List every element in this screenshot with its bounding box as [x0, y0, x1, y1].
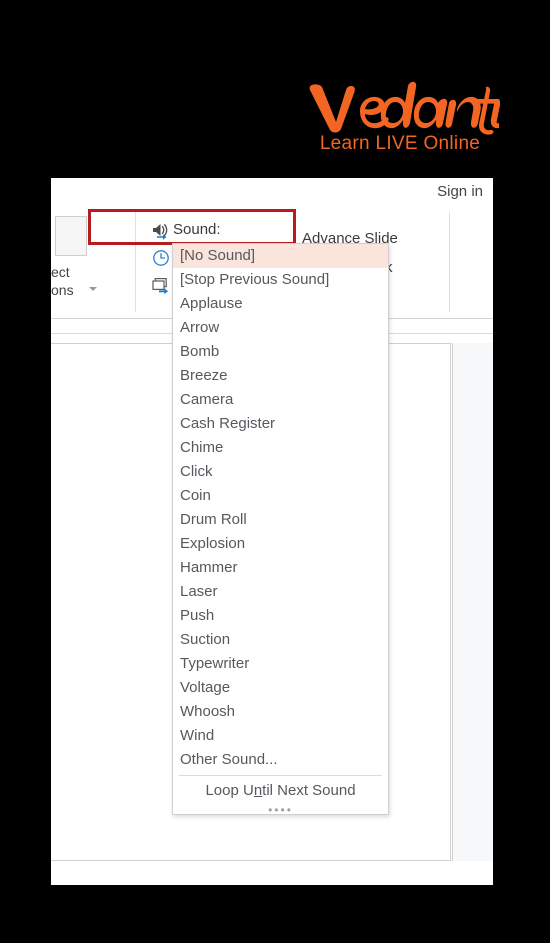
loop-label-accesskey: n [253, 782, 263, 799]
list-item[interactable]: Applause [173, 292, 388, 316]
loop-label-prefix: Loop U [205, 782, 254, 799]
effect-options-button[interactable] [55, 216, 87, 256]
loop-label-suffix: til Next Sound [262, 782, 356, 799]
list-item[interactable]: Arrow [173, 316, 388, 340]
list-item[interactable]: Other Sound... [173, 748, 388, 772]
effect-options-label-line1: ect [51, 264, 70, 280]
speaker-sound-icon [151, 220, 171, 240]
clock-icon [151, 248, 171, 268]
list-item[interactable]: Bomb [173, 340, 388, 364]
list-item[interactable]: Coin [173, 484, 388, 508]
list-item[interactable]: Wind [173, 724, 388, 748]
sound-dropdown-popup[interactable]: [No Sound] [Stop Previous Sound] Applaus… [172, 243, 389, 816]
vedantu-wordmark-icon [309, 81, 500, 135]
vedantu-logo: Learn LIVE Online [300, 78, 500, 160]
list-item[interactable]: Suction [173, 628, 388, 652]
ribbon-group-separator [135, 212, 136, 312]
list-item[interactable]: [Stop Previous Sound] [173, 268, 388, 292]
list-item[interactable]: Breeze [173, 364, 388, 388]
list-item[interactable]: Camera [173, 388, 388, 412]
dropdown-resize-grip[interactable]: •••• [173, 804, 388, 816]
list-item[interactable]: Explosion [173, 532, 388, 556]
sound-label: Sound: [173, 221, 221, 238]
logo-tagline: Learn LIVE Online [319, 133, 481, 154]
list-item[interactable]: Voltage [173, 676, 388, 700]
list-item[interactable]: Click [173, 460, 388, 484]
list-item[interactable]: Hammer [173, 556, 388, 580]
list-item[interactable]: Drum Roll [173, 508, 388, 532]
apply-to-all-icon [151, 276, 171, 296]
list-item[interactable]: Chime [173, 436, 388, 460]
loop-until-next-sound-item[interactable]: Loop Until Next Sound [173, 776, 388, 806]
sound-option-list: [No Sound] [Stop Previous Sound] Applaus… [173, 244, 388, 772]
window-titlebar: Sign in [51, 178, 493, 209]
list-item[interactable]: Laser [173, 580, 388, 604]
sound-row: Sound: [151, 218, 231, 242]
chevron-down-icon[interactable] [89, 287, 97, 291]
list-item[interactable]: Typewriter [173, 652, 388, 676]
list-item[interactable]: [No Sound] [173, 244, 388, 268]
list-item[interactable]: Cash Register [173, 412, 388, 436]
ribbon-group-separator [449, 212, 450, 312]
right-task-pane[interactable] [452, 343, 493, 861]
list-item[interactable]: Whoosh [173, 700, 388, 724]
list-item[interactable]: Push [173, 604, 388, 628]
sign-in-button[interactable]: Sign in [437, 182, 483, 202]
